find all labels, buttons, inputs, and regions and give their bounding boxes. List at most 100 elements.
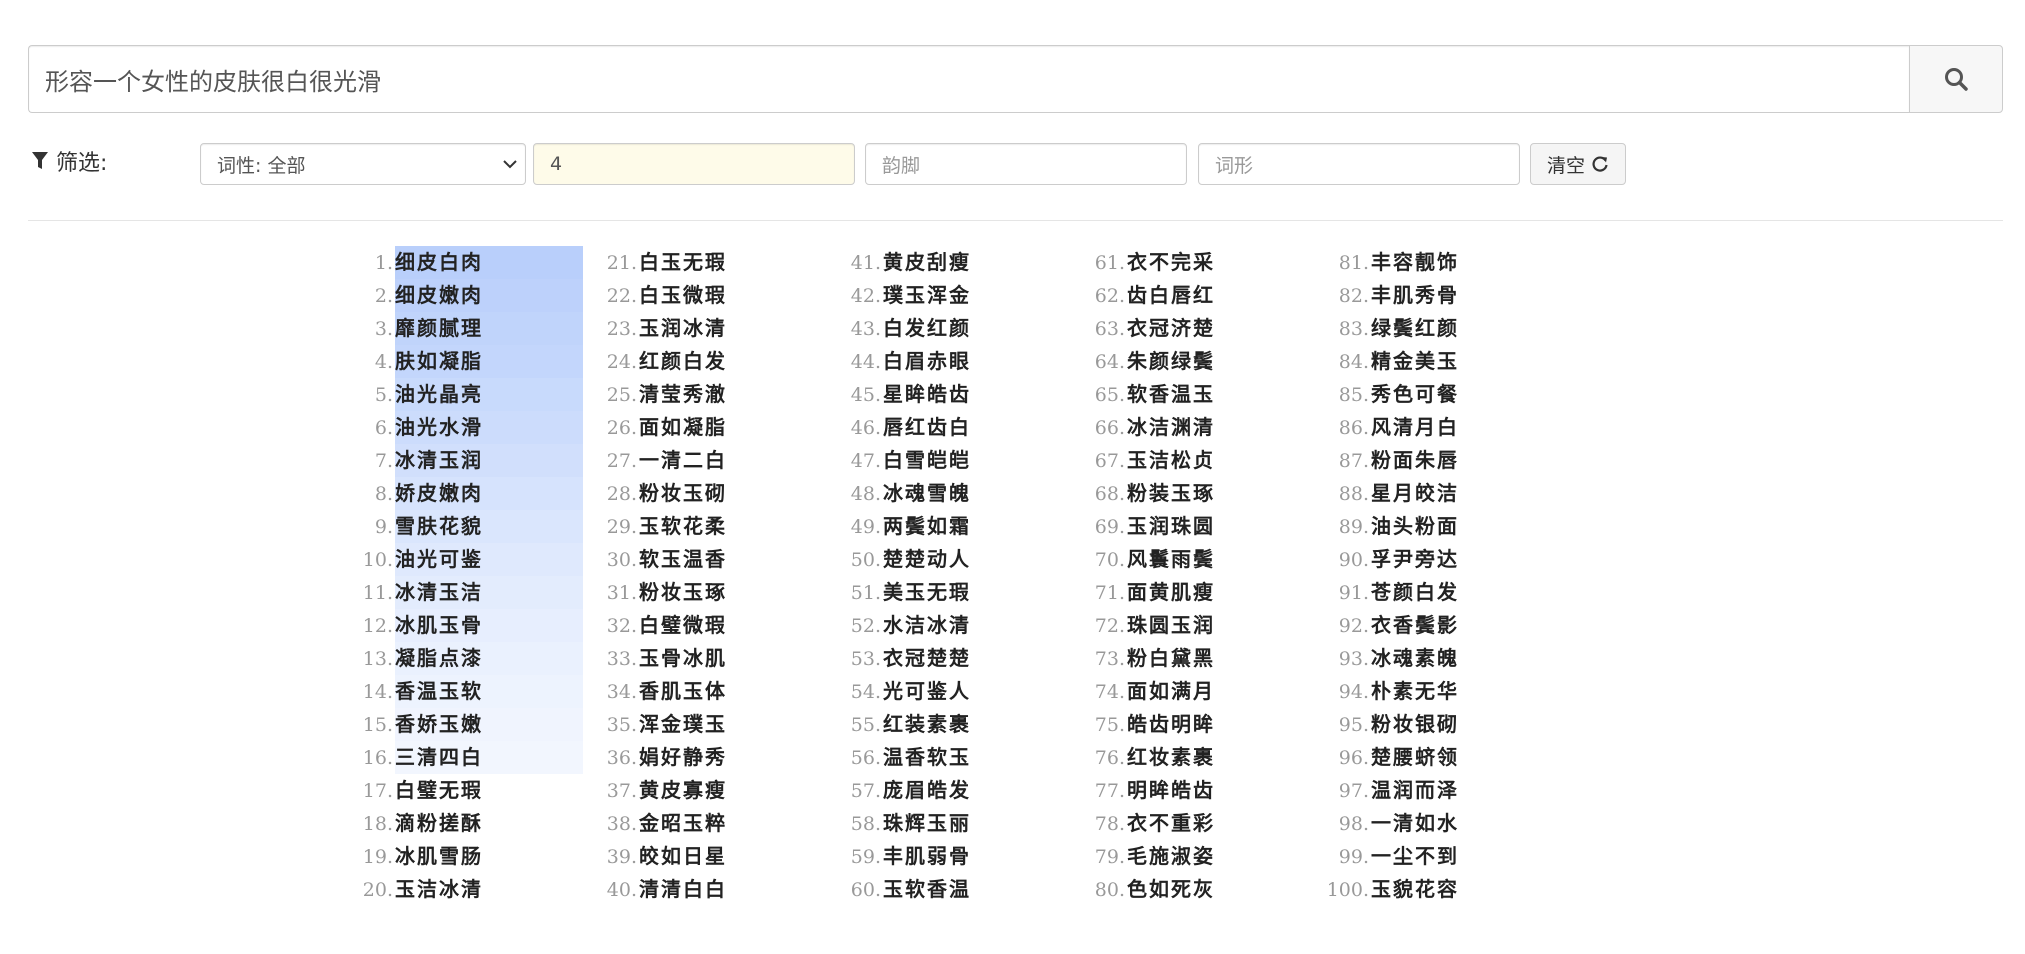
result-word[interactable]: 粉面朱唇 [1369, 444, 1459, 477]
result-word[interactable]: 玉洁冰清 [393, 873, 483, 906]
result-item[interactable]: 94. 朴素无华 [1317, 675, 1537, 708]
result-word[interactable]: 一清如水 [1369, 807, 1459, 840]
result-item[interactable]: 43. 白发红颜 [829, 312, 1049, 345]
result-item[interactable]: 65. 软香温玉 [1073, 378, 1293, 411]
result-word[interactable]: 衣不完采 [1125, 246, 1215, 279]
result-word[interactable]: 粉装玉琢 [1125, 477, 1215, 510]
result-item[interactable]: 17. 白璧无瑕 [341, 774, 561, 807]
result-item[interactable]: 13. 凝脂点漆 [341, 642, 583, 675]
result-item[interactable]: 30. 软玉温香 [585, 543, 805, 576]
result-item[interactable]: 87. 粉面朱唇 [1317, 444, 1537, 477]
result-item[interactable]: 21. 白玉无瑕 [585, 246, 805, 279]
result-word[interactable]: 油光晶亮 [393, 378, 483, 411]
result-word[interactable]: 浑金璞玉 [637, 708, 727, 741]
result-item[interactable]: 34. 香肌玉体 [585, 675, 805, 708]
result-item[interactable]: 39. 皎如日星 [585, 840, 805, 873]
result-word[interactable]: 玉洁松贞 [1125, 444, 1215, 477]
result-word[interactable]: 白玉无瑕 [637, 246, 727, 279]
result-word[interactable]: 软香温玉 [1125, 378, 1215, 411]
result-item[interactable]: 100. 玉貌花容 [1317, 873, 1537, 906]
result-word[interactable]: 星眸皓齿 [881, 378, 971, 411]
result-word[interactable]: 黄皮刮瘦 [881, 246, 971, 279]
result-item[interactable]: 56. 温香软玉 [829, 741, 1049, 774]
result-item[interactable]: 83. 绿鬓红颜 [1317, 312, 1537, 345]
result-word[interactable]: 明眸皓齿 [1125, 774, 1215, 807]
result-word[interactable]: 香温玉软 [393, 675, 483, 708]
clear-button[interactable]: 清空 [1530, 143, 1626, 185]
result-word[interactable]: 楚腰蛴领 [1369, 741, 1459, 774]
result-item[interactable]: 18. 滴粉搓酥 [341, 807, 561, 840]
result-item[interactable]: 61. 衣不完采 [1073, 246, 1293, 279]
result-word[interactable]: 温润而泽 [1369, 774, 1459, 807]
result-word[interactable]: 璞玉浑金 [881, 279, 971, 312]
result-item[interactable]: 37. 黄皮寡瘦 [585, 774, 805, 807]
result-word[interactable]: 两鬓如霜 [881, 510, 971, 543]
result-item[interactable]: 7. 冰清玉润 [341, 444, 583, 477]
result-word[interactable]: 风鬟雨鬓 [1125, 543, 1215, 576]
result-item[interactable]: 55. 红装素裹 [829, 708, 1049, 741]
result-word[interactable]: 唇红齿白 [881, 411, 971, 444]
result-item[interactable]: 6. 油光水滑 [341, 411, 583, 444]
result-item[interactable]: 46. 唇红齿白 [829, 411, 1049, 444]
result-word[interactable]: 庞眉皓发 [881, 774, 971, 807]
result-word[interactable]: 白璧微瑕 [637, 609, 727, 642]
result-word[interactable]: 粉妆玉砌 [637, 477, 727, 510]
result-word[interactable]: 清莹秀澈 [637, 378, 727, 411]
result-word[interactable]: 风清月白 [1369, 411, 1459, 444]
result-word[interactable]: 衣不重彩 [1125, 807, 1215, 840]
result-word[interactable]: 衣香鬓影 [1369, 609, 1459, 642]
result-item[interactable]: 85. 秀色可餐 [1317, 378, 1537, 411]
result-word[interactable]: 油光可鉴 [393, 543, 483, 576]
result-word[interactable]: 玉润冰清 [637, 312, 727, 345]
result-item[interactable]: 9. 雪肤花貌 [341, 510, 583, 543]
result-item[interactable]: 91. 苍颜白发 [1317, 576, 1537, 609]
result-word[interactable]: 红妆素裹 [1125, 741, 1215, 774]
result-item[interactable]: 74. 面如满月 [1073, 675, 1293, 708]
result-item[interactable]: 84. 精金美玉 [1317, 345, 1537, 378]
result-word[interactable]: 毛施淑姿 [1125, 840, 1215, 873]
result-word[interactable]: 孚尹旁达 [1369, 543, 1459, 576]
result-word[interactable]: 娇皮嫩肉 [393, 477, 483, 510]
result-word[interactable]: 玉润珠圆 [1125, 510, 1215, 543]
result-word[interactable]: 温香软玉 [881, 741, 971, 774]
result-item[interactable]: 2. 细皮嫩肉 [341, 279, 583, 312]
result-item[interactable]: 11. 冰清玉洁 [341, 576, 583, 609]
result-word[interactable]: 冰肌玉骨 [393, 609, 483, 642]
result-item[interactable]: 57. 庞眉皓发 [829, 774, 1049, 807]
result-item[interactable]: 28. 粉妆玉砌 [585, 477, 805, 510]
result-word[interactable]: 香肌玉体 [637, 675, 727, 708]
result-item[interactable]: 72. 珠圆玉润 [1073, 609, 1293, 642]
search-button[interactable] [1909, 45, 2003, 113]
result-word[interactable]: 水洁冰清 [881, 609, 971, 642]
result-item[interactable]: 50. 楚楚动人 [829, 543, 1049, 576]
result-item[interactable]: 63. 衣冠济楚 [1073, 312, 1293, 345]
result-word[interactable]: 白发红颜 [881, 312, 971, 345]
result-word[interactable]: 一尘不到 [1369, 840, 1459, 873]
result-item[interactable]: 86. 风清月白 [1317, 411, 1537, 444]
result-word[interactable]: 丰肌秀骨 [1369, 279, 1459, 312]
result-word[interactable]: 凝脂点漆 [393, 642, 483, 675]
result-word[interactable]: 冰魂素魄 [1369, 642, 1459, 675]
result-word[interactable]: 红装素裹 [881, 708, 971, 741]
result-item[interactable]: 99. 一尘不到 [1317, 840, 1537, 873]
result-word[interactable]: 绿鬓红颜 [1369, 312, 1459, 345]
result-word[interactable]: 楚楚动人 [881, 543, 971, 576]
result-word[interactable]: 苍颜白发 [1369, 576, 1459, 609]
result-item[interactable]: 66. 冰洁渊清 [1073, 411, 1293, 444]
result-item[interactable]: 3. 靡颜腻理 [341, 312, 583, 345]
result-word[interactable]: 油光水滑 [393, 411, 483, 444]
result-item[interactable]: 38. 金昭玉粹 [585, 807, 805, 840]
result-word[interactable]: 冰清玉洁 [393, 576, 483, 609]
result-item[interactable]: 41. 黄皮刮瘦 [829, 246, 1049, 279]
result-item[interactable]: 1. 细皮白肉 [341, 246, 583, 279]
result-word[interactable]: 冰肌雪肠 [393, 840, 483, 873]
result-item[interactable]: 19. 冰肌雪肠 [341, 840, 561, 873]
result-item[interactable]: 31. 粉妆玉琢 [585, 576, 805, 609]
result-word[interactable]: 面如满月 [1125, 675, 1215, 708]
result-item[interactable]: 27. 一清二白 [585, 444, 805, 477]
part-of-speech-select[interactable]: 词性: 全部 [200, 143, 526, 185]
result-word[interactable]: 光可鉴人 [881, 675, 971, 708]
result-word[interactable]: 玉貌花容 [1369, 873, 1459, 906]
result-word[interactable]: 冰清玉润 [393, 444, 483, 477]
result-word[interactable]: 衣冠楚楚 [881, 642, 971, 675]
